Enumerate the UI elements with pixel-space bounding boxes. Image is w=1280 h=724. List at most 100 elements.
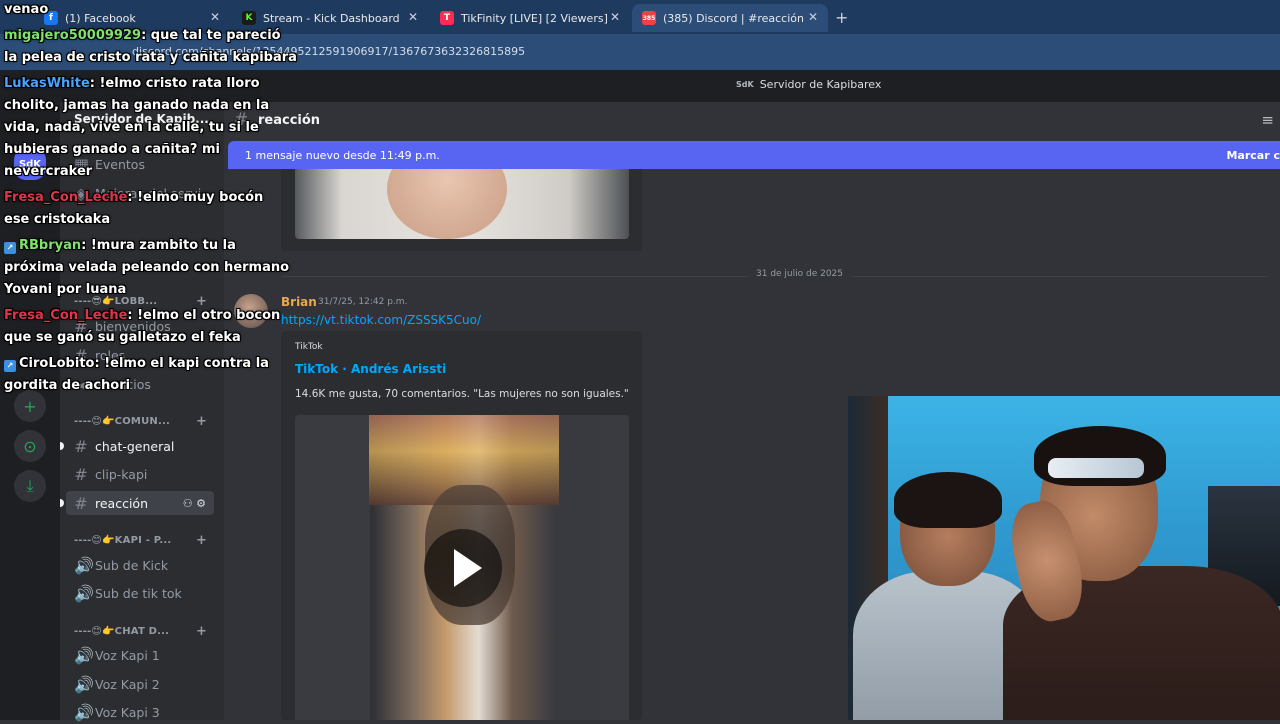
channel-sub-kick[interactable]: 🔊 Sub de Kick bbox=[74, 553, 168, 577]
speaker-icon: 🔊 bbox=[74, 583, 94, 603]
channel-header-name: reacción bbox=[258, 113, 321, 128]
chat-line: migajero50009929: que tal te pareció bbox=[4, 28, 281, 43]
channel-sub-tiktok[interactable]: 🔊 Sub de tik tok bbox=[74, 581, 182, 605]
channel-label: Sub de Kick bbox=[95, 557, 169, 573]
chat-username: LukasWhite bbox=[4, 76, 90, 91]
channel-voz-kapi-2[interactable]: 🔊 Voz Kapi 2 bbox=[74, 672, 160, 696]
explore-icon[interactable]: ⊙ bbox=[14, 430, 46, 462]
message-timestamp: 31/7/25, 12:42 p.m. bbox=[318, 297, 408, 307]
chat-username: migajero50009929 bbox=[4, 28, 142, 43]
embed-description: 14.6K me gusta, 70 comentarios. "Las muj… bbox=[295, 388, 629, 400]
invite-settings-icon[interactable]: ⚇ ⚙ bbox=[183, 497, 206, 510]
platform-badge-icon: ↗ bbox=[4, 242, 16, 254]
chat-line: Yovani por luana bbox=[4, 282, 126, 297]
embed-image[interactable] bbox=[295, 169, 629, 239]
chat-line: gordita de achori bbox=[4, 378, 130, 393]
close-icon[interactable]: ✕ bbox=[610, 10, 620, 24]
add-channel-icon[interactable]: + bbox=[196, 414, 207, 429]
add-channel-icon[interactable]: + bbox=[196, 533, 207, 548]
tikfinity-icon: T bbox=[440, 11, 454, 25]
channel-label: chat-general bbox=[95, 438, 175, 454]
tab-tikfinity[interactable]: T TikFinity [LIVE] [2 Viewers] ✕ bbox=[430, 4, 630, 32]
add-channel-icon[interactable]: + bbox=[196, 294, 207, 309]
new-tab-button[interactable]: + bbox=[835, 8, 848, 27]
channel-label: Voz Kapi 1 bbox=[95, 647, 160, 663]
play-icon[interactable] bbox=[424, 529, 502, 607]
mark-read-button[interactable]: Marcar c bbox=[1226, 149, 1280, 162]
server-title: SdK Servidor de Kapibarex bbox=[736, 78, 881, 91]
chat-line: la pelea de cristo rata y cañita kapibar… bbox=[4, 50, 297, 65]
category-chat[interactable]: ----😊👉CHAT D... + bbox=[74, 624, 207, 639]
discord-notification-icon: 385 bbox=[642, 11, 656, 25]
channel-voz-kapi-3[interactable]: 🔊 Voz Kapi 3 bbox=[74, 700, 160, 724]
channel-chat-general[interactable]: # chat-general bbox=[74, 434, 174, 458]
chat-username: venao bbox=[4, 2, 49, 17]
add-server-icon[interactable]: + bbox=[14, 390, 46, 422]
message-author[interactable]: Brian bbox=[281, 295, 317, 309]
chat-username: Fresa_Con_Leche bbox=[4, 308, 128, 323]
sunglasses bbox=[1048, 458, 1144, 478]
chat-message: : !elmo muy bocón bbox=[127, 190, 264, 205]
category-lobby[interactable]: ----😎👉LOBB... + bbox=[74, 294, 207, 309]
chat-message: : !elmo el otro bocon bbox=[127, 308, 281, 323]
add-channel-icon[interactable]: + bbox=[196, 624, 207, 639]
speaker-icon: 🔊 bbox=[74, 702, 94, 722]
chat-line: LukasWhite: !elmo cristo rata lloro bbox=[4, 76, 260, 91]
hash-icon: # bbox=[74, 493, 88, 513]
close-icon[interactable]: ✕ bbox=[210, 10, 220, 24]
category-comunidad[interactable]: ----😊👉COMUN... + bbox=[74, 414, 207, 429]
previous-embed bbox=[281, 169, 642, 251]
download-icon[interactable]: ⤓ bbox=[14, 470, 46, 502]
channel-label: Voz Kapi 2 bbox=[95, 676, 160, 692]
channel-clip-kapi[interactable]: # clip-kapi bbox=[74, 462, 147, 486]
new-messages-bar[interactable]: 1 mensaje nuevo desde 11:49 p.m. Marcar … bbox=[228, 141, 1280, 169]
channel-label: Voz Kapi 3 bbox=[95, 704, 160, 720]
server-title-text: Servidor de Kapibarex bbox=[759, 78, 882, 91]
tab-facebook-title: (1) Facebook bbox=[65, 11, 136, 25]
threads-icon[interactable]: ≡ bbox=[1261, 111, 1274, 129]
channel-reaccion[interactable]: # reacción ⚇ ⚙ bbox=[66, 491, 214, 515]
chat-message: : !elmo el kapi contra la bbox=[94, 356, 269, 371]
face-image bbox=[387, 169, 507, 239]
channel-voz-kapi-1[interactable]: 🔊 Voz Kapi 1 bbox=[74, 643, 160, 667]
channel-label: reacción bbox=[95, 495, 149, 511]
chat-message: la pelea de cristo rata y cañita kapibar… bbox=[4, 50, 297, 65]
kick-icon: K bbox=[242, 11, 256, 25]
chat-line: venao bbox=[4, 2, 48, 17]
chat-line: Fresa_Con_Leche: !elmo el otro bocon bbox=[4, 308, 280, 323]
chat-message: Yovani por luana bbox=[4, 282, 127, 297]
chat-message: cholito, jamas ha ganado nada en la bbox=[4, 98, 270, 113]
chat-line: ese cristokaka bbox=[4, 212, 110, 227]
close-icon[interactable]: ✕ bbox=[808, 10, 818, 24]
hash-icon: # bbox=[74, 464, 88, 484]
close-icon[interactable]: ✕ bbox=[408, 10, 418, 24]
chat-line: hubieras ganado a cañita? mi bbox=[4, 142, 220, 157]
embed-video[interactable] bbox=[295, 415, 629, 720]
chat-line: que se ganó su galletazo el feka bbox=[4, 330, 241, 345]
tab-discord[interactable]: 385 (385) Discord | #reacción | Serv ✕ bbox=[632, 4, 828, 32]
message-link[interactable]: https://vt.tiktok.com/ZSSSK5Cuo/ bbox=[281, 313, 481, 327]
speaker-icon: 🔊 bbox=[74, 555, 94, 575]
category-kapi[interactable]: ----😊👉KAPI - P... + bbox=[74, 533, 207, 548]
chat-line: próxima velada peleando con hermano bbox=[4, 260, 289, 275]
chat-message: hubieras ganado a cañita? mi bbox=[4, 142, 220, 157]
chat-message: próxima velada peleando con hermano bbox=[4, 260, 290, 275]
category-label: ----😊👉COMUN... bbox=[74, 416, 170, 427]
chat-message: : !elmo cristo rata lloro bbox=[89, 76, 260, 91]
channel-label: clip-kapi bbox=[95, 466, 148, 482]
chat-line: ↗ RBbryan: !mura zambito tu la bbox=[4, 238, 236, 254]
chat-message: nevercraker bbox=[4, 164, 93, 179]
chat-message: : !mura zambito tu la bbox=[81, 238, 236, 253]
chat-line: vida, nada, vive en la calle, tu si le bbox=[4, 120, 259, 135]
chat-message: gordita de achori bbox=[4, 378, 131, 393]
embed-title[interactable]: TikTok · Andrés Arissti bbox=[295, 362, 446, 376]
hash-icon: # bbox=[74, 436, 88, 456]
chat-line: cholito, jamas ha ganado nada en la bbox=[4, 98, 269, 113]
chat-message: que se ganó su galletazo el feka bbox=[4, 330, 241, 345]
person-left-hair bbox=[894, 472, 1002, 528]
chat-username: Fresa_Con_Leche bbox=[4, 190, 128, 205]
category-label: ----😎👉LOBB... bbox=[74, 296, 158, 307]
category-label: ----😊👉CHAT D... bbox=[74, 626, 170, 637]
tab-kick-title: Stream - Kick Dashboard bbox=[263, 11, 400, 25]
chat-username: CiroLobito bbox=[19, 356, 95, 371]
